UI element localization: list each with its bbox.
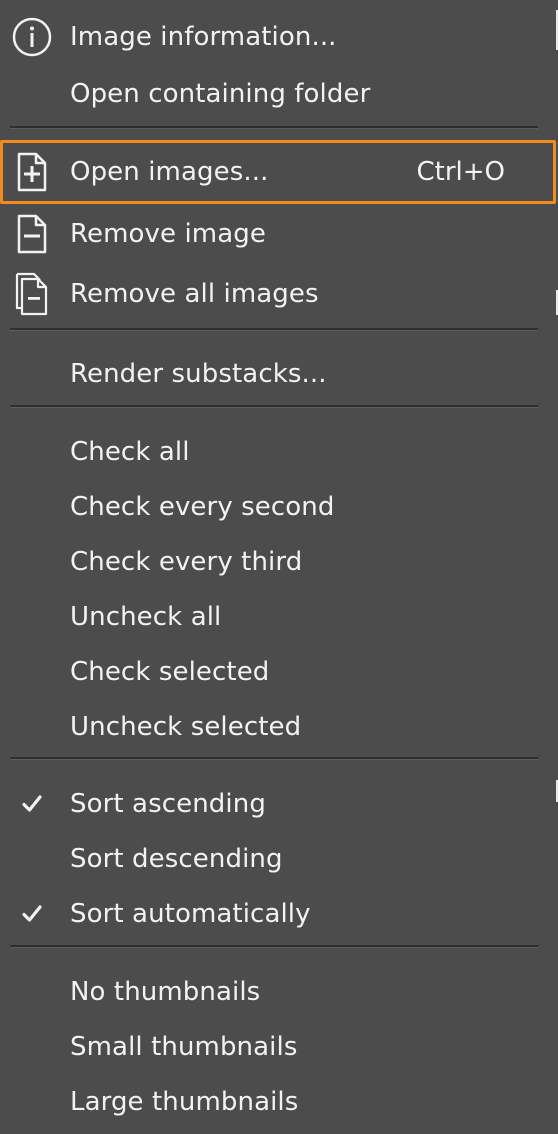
menu-item-label: Uncheck selected — [70, 712, 302, 742]
menu-item-remove-image[interactable]: Remove image — [0, 207, 556, 261]
menu-item-label: Check every third — [70, 547, 303, 577]
menu-item-label: Small thumbnails — [70, 1032, 298, 1062]
menu-item-label: Sort descending — [70, 844, 283, 874]
menu-item-sort-ascending[interactable]: Sort ascending — [0, 777, 556, 831]
menu-item-label: Render substacks... — [70, 359, 327, 389]
menu-item-label: Check all — [70, 437, 190, 467]
menu-item-label: Sort automatically — [70, 899, 311, 929]
menu-item-check-selected[interactable]: Check selected — [0, 645, 556, 699]
checkmark-icon — [22, 795, 42, 812]
menu-item-label: Open containing folder — [70, 79, 371, 109]
menu-item-open-images[interactable]: Open images... Ctrl+O — [0, 140, 556, 204]
info-icon — [12, 17, 52, 57]
menu-item-remove-all-images[interactable]: Remove all images — [0, 267, 556, 321]
shortcut-label: Ctrl+O — [416, 157, 505, 187]
menu-item-uncheck-all[interactable]: Uncheck all — [0, 590, 556, 644]
menu-item-check-all[interactable]: Check all — [0, 425, 556, 479]
menu-item-render-substacks[interactable]: Render substacks... — [0, 347, 556, 401]
menu-item-label: Check every second — [70, 492, 335, 522]
files-remove-icon — [15, 272, 48, 316]
menu-item-uncheck-selected[interactable]: Uncheck selected — [0, 700, 556, 754]
menu-item-sort-descending[interactable]: Sort descending — [0, 832, 556, 886]
file-remove-icon — [17, 214, 47, 254]
menu-item-image-information[interactable]: Image information... — [0, 10, 556, 64]
menu-item-sort-automatically[interactable]: Sort automatically — [0, 887, 556, 941]
menu-separator — [10, 757, 538, 760]
menu-separator — [10, 126, 538, 129]
menu-item-label: Sort ascending — [70, 789, 266, 819]
file-add-icon — [17, 152, 47, 192]
menu-item-label: Image information... — [70, 22, 337, 52]
menu-item-label: Check selected — [70, 657, 270, 687]
menu-item-large-thumbnails[interactable]: Large thumbnails — [0, 1075, 556, 1129]
menu-separator — [10, 328, 538, 331]
menu-item-label: Open images... — [70, 157, 269, 187]
menu-item-label: Uncheck all — [70, 602, 222, 632]
menu-item-check-every-second[interactable]: Check every second — [0, 480, 556, 534]
menu-item-label: Large thumbnails — [70, 1087, 299, 1117]
menu-item-label: Remove all images — [70, 279, 319, 309]
menu-item-label: Remove image — [70, 219, 266, 249]
menu-item-open-containing-folder[interactable]: Open containing folder — [0, 67, 556, 121]
checkmark-icon — [22, 905, 42, 922]
context-menu: Image information... Open containing fol… — [0, 0, 558, 1134]
menu-item-no-thumbnails[interactable]: No thumbnails — [0, 965, 556, 1019]
menu-item-check-every-third[interactable]: Check every third — [0, 535, 556, 589]
menu-separator — [10, 945, 538, 948]
menu-item-label: No thumbnails — [70, 977, 261, 1007]
menu-item-small-thumbnails[interactable]: Small thumbnails — [0, 1020, 556, 1074]
menu-separator — [10, 405, 538, 408]
